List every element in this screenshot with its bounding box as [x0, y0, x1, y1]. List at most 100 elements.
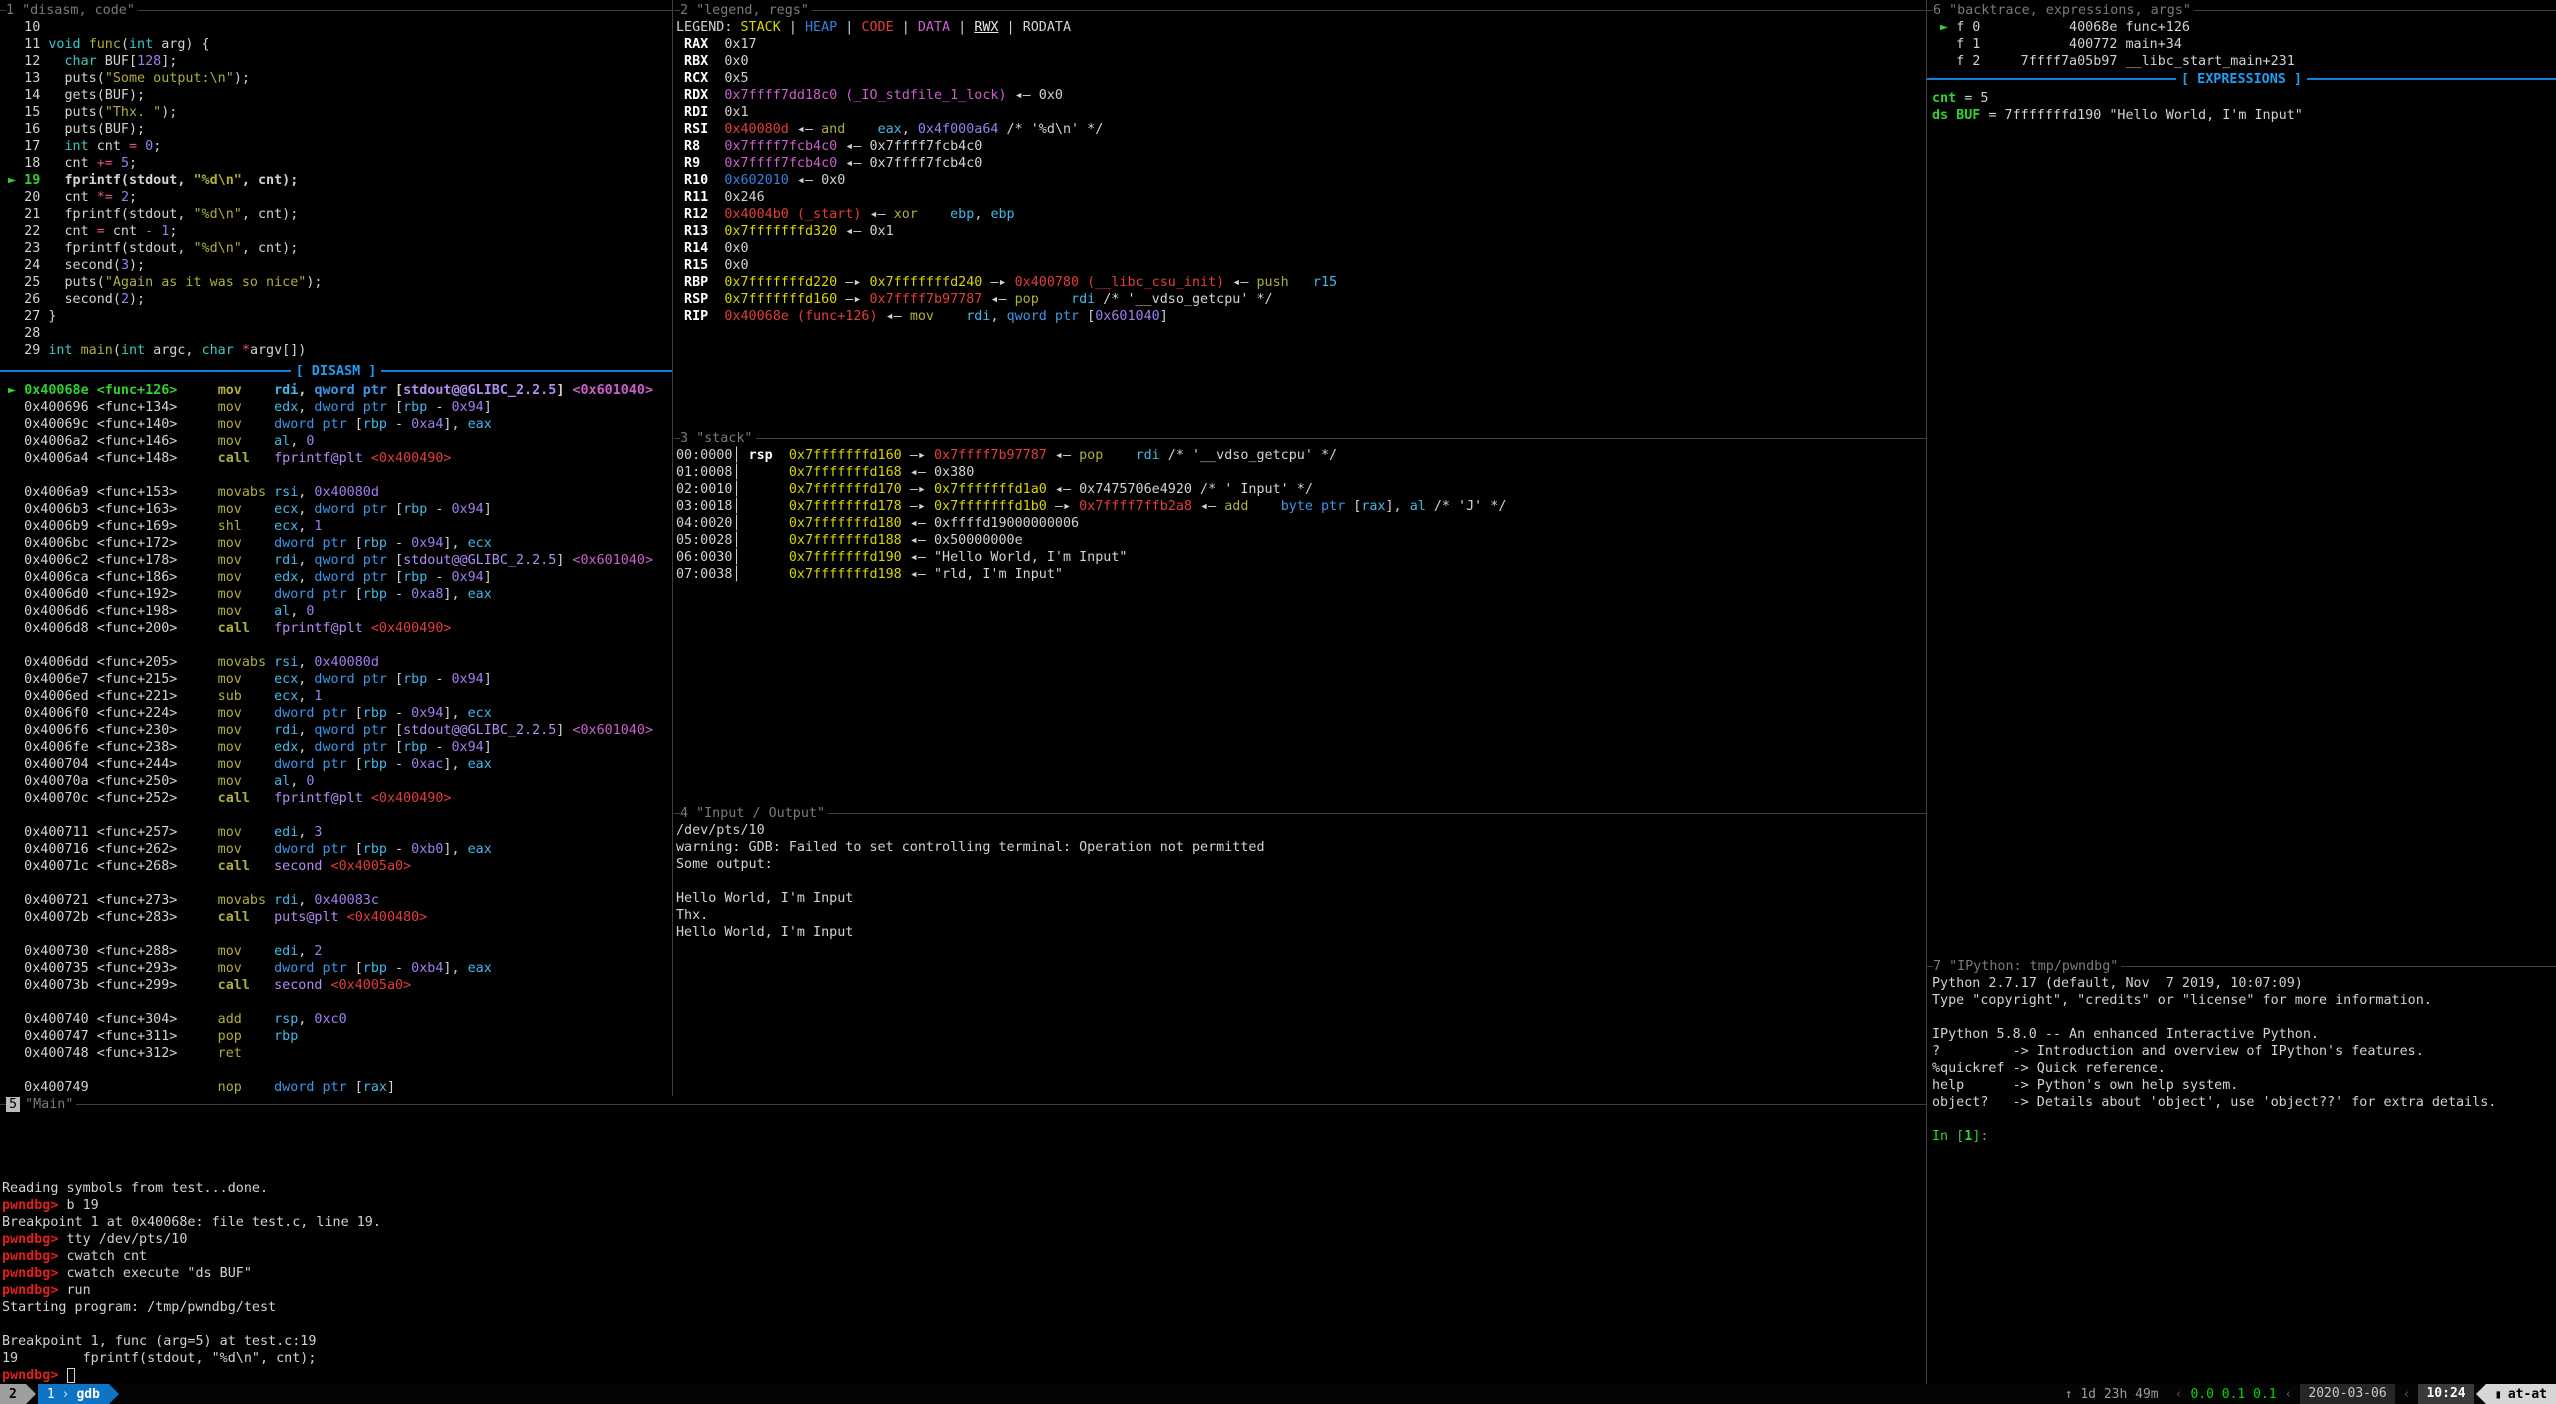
- text-segment: ◂— "Hello World, I'm Input": [902, 550, 1128, 565]
- text-segment: 0x7fffffffd1a0: [934, 482, 1047, 497]
- pane-stack[interactable]: 3"stack" 00:0000│ rsp 0x7fffffffd160 —▸ …: [673, 430, 1926, 805]
- text-segment: 0x40083c: [314, 893, 379, 908]
- pane-border-vertical-left[interactable]: [672, 0, 673, 1096]
- text-segment: <0x400490>: [371, 621, 452, 636]
- text-segment: 0x400735 <func+293>: [0, 961, 218, 976]
- text-segment: 3: [314, 825, 322, 840]
- text-segment: mov: [218, 825, 274, 840]
- pane-border-vertical-right[interactable]: [1926, 0, 1927, 1384]
- text-segment: 28: [0, 326, 48, 341]
- text-segment: -: [387, 757, 411, 772]
- text-segment: mov: [218, 706, 274, 721]
- text-segment: 0x400740 <func+304>: [0, 1012, 218, 1027]
- text-segment: rbp: [403, 400, 427, 415]
- pane-legend-regs[interactable]: 2"legend, regs" LEGEND: STACK | HEAP | C…: [673, 0, 1926, 430]
- terminal-line: 16 puts(BUF);: [0, 121, 322, 138]
- text-segment: );: [306, 275, 322, 290]
- text-segment: RDX: [676, 88, 724, 103]
- text-segment: 0x4006ed <func+221>: [0, 689, 218, 704]
- pane-input-output[interactable]: 4"Input / Output" /dev/pts/10warning: GD…: [673, 805, 1926, 1096]
- text-segment: 0x4006b3 <func+163>: [0, 502, 218, 517]
- text-segment: -: [427, 672, 451, 687]
- terminal-line: pwndbg> tty /dev/pts/10: [2, 1231, 381, 1248]
- text-segment: rbp: [363, 417, 387, 432]
- status-window-gdb[interactable]: 1 › gdb: [38, 1384, 109, 1404]
- pane-backtrace-expressions[interactable]: 6"backtrace, expressions, args" ► f 0 40…: [1927, 0, 2556, 958]
- text-segment: 0x17: [724, 37, 756, 52]
- text-segment: 06:0030: [676, 550, 732, 565]
- text-segment: dword ptr: [274, 536, 347, 551]
- ipython-output[interactable]: Python 2.7.17 (default, Nov 7 2019, 10:0…: [1932, 975, 2496, 1145]
- text-segment: ds BUF: [1932, 108, 1980, 123]
- text-segment: rsi: [274, 655, 298, 670]
- statusbar-separator-icon: ‹: [2403, 1387, 2411, 1402]
- text-segment: 0: [306, 604, 314, 619]
- text-segment: int: [48, 343, 72, 358]
- terminal-line: RCX 0x5: [676, 70, 1337, 87]
- text-segment: 1: [314, 689, 322, 704]
- text-segment: cnt: [89, 139, 129, 154]
- text-segment: ],: [443, 587, 467, 602]
- text-segment: eax: [468, 587, 492, 602]
- text-segment: 0x7fffffffd188: [789, 533, 902, 548]
- terminal-line: 10: [0, 19, 322, 36]
- text-segment: func: [89, 37, 121, 52]
- text-segment: 0x4006ca <func+186>: [0, 570, 218, 585]
- terminal-line: f 1 400772 main+34: [1932, 36, 2295, 53]
- text-segment: pop: [218, 1029, 274, 1044]
- text-segment: 0x7ffff7b97787: [934, 448, 1047, 463]
- terminal-line: R11 0x246: [676, 189, 1337, 206]
- terminal-line: 0x40072b <func+283> call puts@plt <0x400…: [0, 909, 653, 926]
- text-segment: [: [347, 417, 363, 432]
- terminal-line: Starting program: /tmp/pwndbg/test: [2, 1299, 381, 1316]
- text-segment: ;: [129, 190, 137, 205]
- text-segment: 0x7ffff7ffb2a8: [1079, 499, 1192, 514]
- text-segment: 0x40068e <func+126>: [24, 383, 177, 398]
- text-segment: stdout@@GLIBC_2.2.5: [403, 723, 556, 738]
- terminal-line: RDI 0x1: [676, 104, 1337, 121]
- text-segment: 0x5: [724, 71, 748, 86]
- text-segment: ,: [298, 400, 314, 415]
- gdb-console[interactable]: Reading symbols from test...done.pwndbg>…: [2, 1180, 381, 1384]
- text-segment: nop: [218, 1080, 274, 1095]
- expressions-divider-label: [ EXPRESSIONS ]: [2176, 72, 2307, 87]
- text-segment: R12: [676, 207, 724, 222]
- terminal-line: 0x4006d6 <func+198> mov al, 0: [0, 603, 653, 620]
- text-segment: ecx: [274, 672, 298, 687]
- terminal-line: Breakpoint 1 at 0x40068e: file test.c, l…: [2, 1214, 381, 1231]
- expressions-divider: [ EXPRESSIONS ]: [1927, 71, 2556, 88]
- text-segment: "Thx. ": [105, 105, 161, 120]
- text-segment: ;: [129, 156, 137, 171]
- text-segment: call: [218, 451, 274, 466]
- text-segment: <0x400490>: [371, 451, 452, 466]
- status-date: 2020-03-06: [2300, 1384, 2394, 1404]
- text-segment: dword ptr: [314, 672, 387, 687]
- status-session-badge[interactable]: 2: [0, 1384, 26, 1404]
- text-segment: 0x40080d: [724, 122, 789, 137]
- text-segment: 0x400704 <func+244>: [0, 757, 218, 772]
- pane-disasm-code[interactable]: 1"disasm, code" 10 11 void func(int arg)…: [0, 0, 672, 1096]
- text-segment: );: [129, 292, 145, 307]
- text-segment: pop: [1015, 292, 1039, 307]
- text-segment: fprintf@plt: [274, 621, 363, 636]
- pane-ipython[interactable]: 7"IPython: tmp/pwndbg" Python 2.7.17 (de…: [1927, 958, 2556, 1384]
- text-segment: 0x40072b <func+283>: [0, 910, 218, 925]
- text-segment: 3: [121, 258, 129, 273]
- terminal-line: 06:0030│ 0x7fffffffd190 ◂— "Hello World,…: [676, 549, 1506, 566]
- text-segment: f 1 400772 main+34: [1932, 37, 2182, 52]
- pane-main-gdb[interactable]: 5"Main" Reading symbols from test...done…: [0, 1096, 1926, 1384]
- text-segment: 15 puts(: [0, 105, 105, 120]
- terminal-line: 14 gets(BUF);: [0, 87, 322, 104]
- text-segment: eax: [878, 122, 902, 137]
- text-segment: 0x400780 (__libc_csu_init): [1015, 275, 1225, 290]
- terminal-line: 0x40071c <func+268> call second <0x4005a…: [0, 858, 653, 875]
- text-segment: ◂—: [982, 292, 1014, 307]
- text-segment: ►: [1932, 20, 1956, 35]
- text-segment: dword ptr: [314, 400, 387, 415]
- text-segment: 0x40080d: [314, 655, 379, 670]
- terminal-line: Some output:: [676, 856, 1265, 873]
- terminal-line: R13 0x7fffffffd320 ◂— 0x1: [676, 223, 1337, 240]
- text-segment: -: [387, 587, 411, 602]
- text-segment: [: [347, 961, 363, 976]
- text-segment: int: [129, 37, 153, 52]
